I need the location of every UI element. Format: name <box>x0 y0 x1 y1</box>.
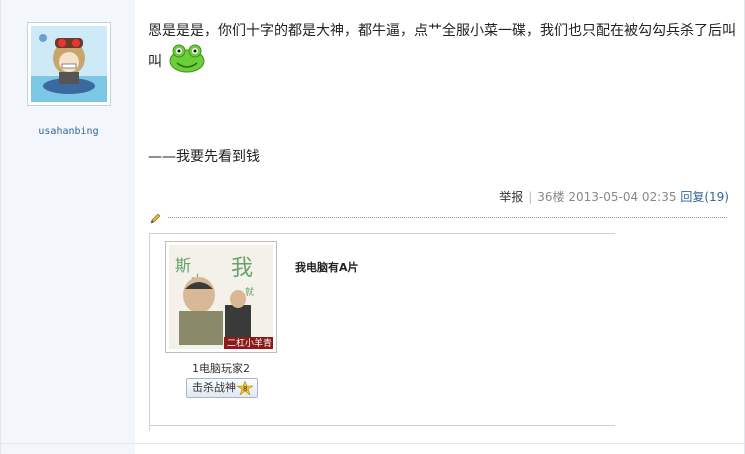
reply-divider <box>168 217 727 218</box>
bottom-divider <box>0 443 745 444</box>
post-text-line1: 恩是是是，你们十字的都是大神，都牛逼，点艹全服小菜一碟，我们也只配在被勾勾兵杀了… <box>148 23 736 70</box>
author-username[interactable]: usahanbing <box>1 126 136 137</box>
avatar-char-5: 就 <box>245 286 254 298</box>
reply-count: (19) <box>704 190 729 204</box>
post-datetime: 2013-05-04 02:35 <box>568 190 677 204</box>
star-badge-icon: 8 <box>237 381 253 395</box>
avatar-char-4: 我 <box>231 256 253 281</box>
frog-emoji-icon <box>168 43 206 81</box>
meta-separator: | <box>528 190 533 204</box>
quote-bottom-border <box>149 425 615 426</box>
rank-badge[interactable]: 击杀战神 8 <box>186 378 258 398</box>
reply-label: 回复 <box>680 190 705 204</box>
post-text-line2: ——我要先看到钱 <box>148 149 260 165</box>
floor-number: 36楼 <box>537 190 565 204</box>
rank-badge-label: 击杀战神 <box>192 381 236 394</box>
quoted-username[interactable]: 1电脑玩家2 <box>165 360 277 376</box>
author-avatar[interactable] <box>27 22 111 106</box>
author-sidebar: usahanbing <box>0 0 135 454</box>
avatar-char-1: 斯 <box>175 256 191 275</box>
report-link[interactable]: 举报 <box>499 190 523 204</box>
post-content: 恩是是是，你们十字的都是大神，都牛逼，点艹全服小菜一碟，我们也只配在被勾勾兵杀了… <box>135 0 745 454</box>
avatar-caption: 二杠小羊青 <box>227 337 272 349</box>
post-meta: 举报 | 36楼 2013-05-04 02:35 回复(19) <box>499 188 729 205</box>
pencil-icon <box>149 210 161 229</box>
anime-avatar-icon <box>31 26 107 102</box>
quoted-reply-text: 我电脑有A片 <box>295 261 359 274</box>
post-text: 恩是是是，你们十字的都是大神，都牛逼，点艹全服小菜一碟，我们也只配在被勾勾兵杀了… <box>148 20 740 81</box>
reply-link[interactable]: 回复(19) <box>680 190 729 204</box>
sticker-avatar-icon: 斯 大 林 我 就 二杠小羊青 <box>169 245 273 349</box>
rank-badge-level: 8 <box>243 385 247 393</box>
quoted-user-avatar[interactable]: 斯 大 林 我 就 二杠小羊青 <box>165 241 277 353</box>
